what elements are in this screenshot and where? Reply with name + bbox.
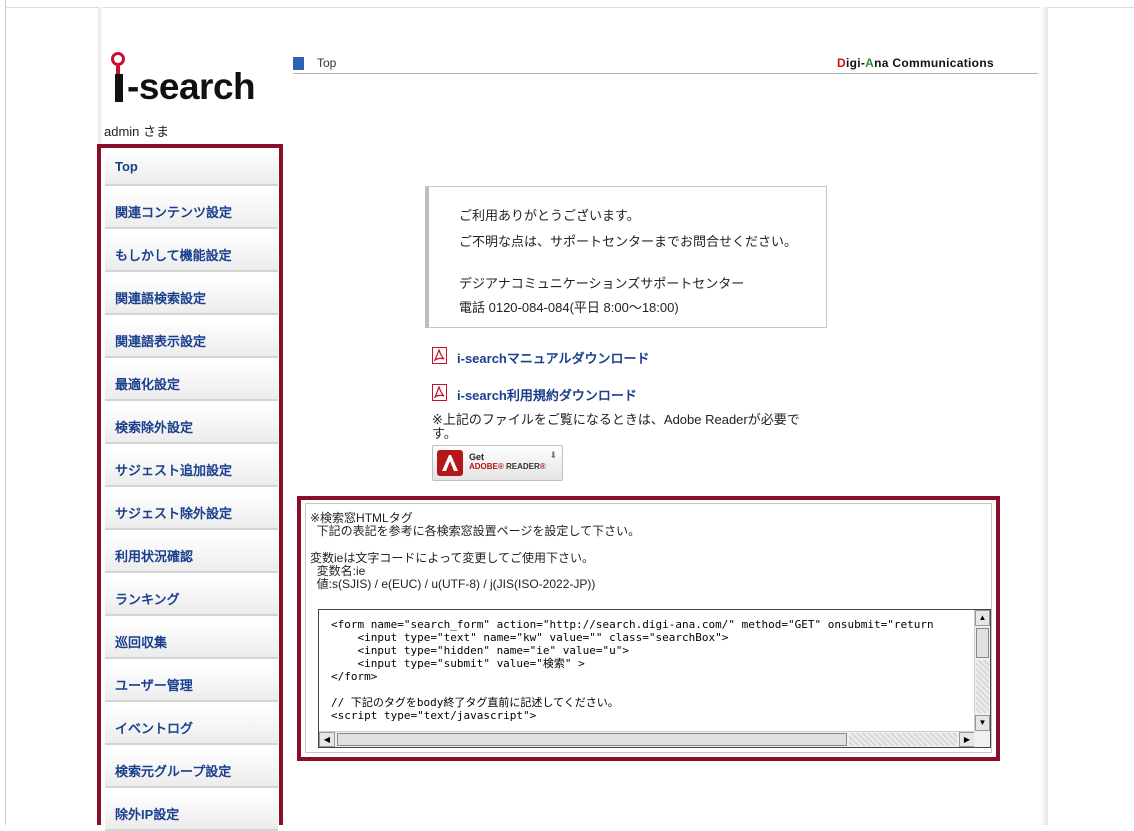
logo-pin-tail xyxy=(116,64,120,74)
sidebar-item-related-word-search[interactable]: 関連語検索設定 xyxy=(105,277,278,315)
vertical-scrollbar[interactable]: ▲ ▼ xyxy=(974,610,990,731)
horizontal-scrollbar[interactable]: ◀ ▶ xyxy=(319,731,975,747)
scrollbar-corner xyxy=(974,731,990,747)
sidebar-item-optimization[interactable]: 最適化設定 xyxy=(105,363,278,401)
sidebar-item-suggest-add[interactable]: サジェスト追加設定 xyxy=(105,449,278,487)
sidebar: Top 関連コンテンツ設定 もしかして機能設定 関連語検索設定 関連語表示設定 … xyxy=(97,144,283,831)
notice-line: ご不明な点は、サポートセンターまでお問合せください。 xyxy=(459,234,798,249)
scroll-right-arrow-icon[interactable]: ▶ xyxy=(959,732,975,747)
scroll-down-arrow-icon[interactable]: ▼ xyxy=(975,715,990,731)
sidebar-item-label: もしかして機能設定 xyxy=(115,248,232,263)
sidebar-item-ranking[interactable]: ランキング xyxy=(105,578,278,616)
user-greeting: admin さま xyxy=(104,124,170,139)
reader-adobe-label: ADOBE xyxy=(469,462,498,471)
sidebar-item-label: 除外IP設定 xyxy=(115,807,180,822)
notice-line: デジアナコミュニケーションズサポートセンター xyxy=(459,276,745,291)
get-adobe-reader-button[interactable]: Get ADOBE® READER® ⬇ xyxy=(432,445,563,481)
download-arrow-icon: ⬇ xyxy=(549,450,557,460)
sidebar-item-did-you-mean[interactable]: もしかして機能設定 xyxy=(105,234,278,272)
logo-text: -search xyxy=(127,66,256,107)
pdf-icon xyxy=(432,384,447,401)
notice-line: ご利用ありがとうございます。 xyxy=(459,208,640,223)
reader-name-label: READER xyxy=(506,462,540,471)
company-name-part3: A xyxy=(865,56,875,70)
search-html-code-textarea[interactable]: <form name="search_form" action="http://… xyxy=(318,609,991,748)
sidebar-item-excluded-ip[interactable]: 除外IP設定 xyxy=(105,793,278,831)
sidebar-item-label: サジェスト除外設定 xyxy=(115,506,233,521)
sidebar-item-label: 検索除外設定 xyxy=(115,420,194,435)
outer-border-left xyxy=(5,0,6,825)
page-shadow-right xyxy=(1040,7,1048,825)
sidebar-item-related-word-display[interactable]: 関連語表示設定 xyxy=(105,320,278,358)
search-html-code: <form name="search_form" action="http://… xyxy=(331,618,934,722)
horizontal-scroll-track[interactable] xyxy=(849,733,957,746)
sidebar-item-label: 関連語表示設定 xyxy=(115,334,207,349)
support-notice: ご利用ありがとうございます。 ご不明な点は、サポートセンターまでお問合せください… xyxy=(425,186,827,328)
sidebar-item-usage-status[interactable]: 利用状況確認 xyxy=(105,535,278,573)
vertical-scroll-track[interactable] xyxy=(976,660,989,713)
vertical-scroll-thumb[interactable] xyxy=(976,628,989,658)
notice-phone: 電話 0120-084-084(平日 8:00〜18:00) xyxy=(459,300,679,315)
sidebar-item-label: 関連語検索設定 xyxy=(115,291,207,306)
sidebar-item-top[interactable]: Top xyxy=(105,148,278,186)
sidebar-item-user-management[interactable]: ユーザー管理 xyxy=(105,664,278,702)
adobe-reader-note: ※上記のファイルをご覧になるときは、Adobe Readerが必要です。 xyxy=(432,412,800,441)
scroll-up-arrow-icon[interactable]: ▲ xyxy=(975,610,990,626)
sidebar-item-source-group[interactable]: 検索元グループ設定 xyxy=(105,750,278,788)
sidebar-item-search-exclusion[interactable]: 検索除外設定 xyxy=(105,406,278,444)
code-section-desc: 下記の表記を参考に各検索窓設置ページを設定して下さい。 xyxy=(310,524,641,538)
horizontal-scroll-thumb[interactable] xyxy=(337,733,847,746)
sidebar-item-label: サジェスト追加設定 xyxy=(115,463,233,478)
sidebar-item-crawl[interactable]: 巡回収集 xyxy=(105,621,278,659)
code-section-var-values: 値:s(SJIS) / e(EUC) / u(UTF-8) / j(JIS(IS… xyxy=(310,577,596,591)
outer-border-top xyxy=(5,7,1134,8)
header-divider xyxy=(293,73,1038,74)
adobe-logo-icon xyxy=(437,450,463,476)
sidebar-item-suggest-exclude[interactable]: サジェスト除外設定 xyxy=(105,492,278,530)
reader-get-label: Get xyxy=(469,452,485,462)
sidebar-item-label: ユーザー管理 xyxy=(115,678,193,693)
sidebar-item-label: 最適化設定 xyxy=(115,377,181,392)
search-html-tag-box: ※検索窓HTMLタグ 下記の表記を参考に各検索窓設置ページを設定して下さい。 変… xyxy=(305,503,992,753)
manual-download-link[interactable]: i-searchマニュアルダウンロード xyxy=(457,348,649,367)
company-name: Digi-Ana Communications xyxy=(837,56,994,70)
breadcrumb: Top xyxy=(317,56,337,70)
company-name-part1: D xyxy=(837,56,846,70)
reader-brand-label: ADOBE® READER® xyxy=(469,462,546,471)
sidebar-item-label: 検索元グループ設定 xyxy=(115,764,232,779)
logo-i-stem xyxy=(115,74,123,102)
scroll-left-arrow-icon[interactable]: ◀ xyxy=(319,732,335,747)
terms-download-link[interactable]: i-search利用規約ダウンロード xyxy=(457,385,637,404)
pdf-icon xyxy=(432,347,447,364)
sidebar-item-label: 関連コンテンツ設定 xyxy=(115,205,233,220)
sidebar-item-label: ランキング xyxy=(115,592,180,607)
sidebar-item-label: イベントログ xyxy=(115,721,194,736)
company-name-part2: igi- xyxy=(845,56,866,70)
search-html-tag-panel: ※検索窓HTMLタグ 下記の表記を参考に各検索窓設置ページを設定して下さい。 変… xyxy=(297,496,1000,761)
breadcrumb-marker-icon xyxy=(293,57,304,70)
sidebar-item-related-content[interactable]: 関連コンテンツ設定 xyxy=(105,191,278,229)
sidebar-item-label: 利用状況確認 xyxy=(115,549,194,564)
adobe-a-icon xyxy=(442,455,458,471)
sidebar-item-label: Top xyxy=(115,159,138,174)
sidebar-item-label: 巡回収集 xyxy=(115,635,168,650)
logo[interactable]: -search xyxy=(111,52,271,108)
sidebar-item-event-log[interactable]: イベントログ xyxy=(105,707,278,745)
company-name-part4: na Communications xyxy=(874,56,994,70)
